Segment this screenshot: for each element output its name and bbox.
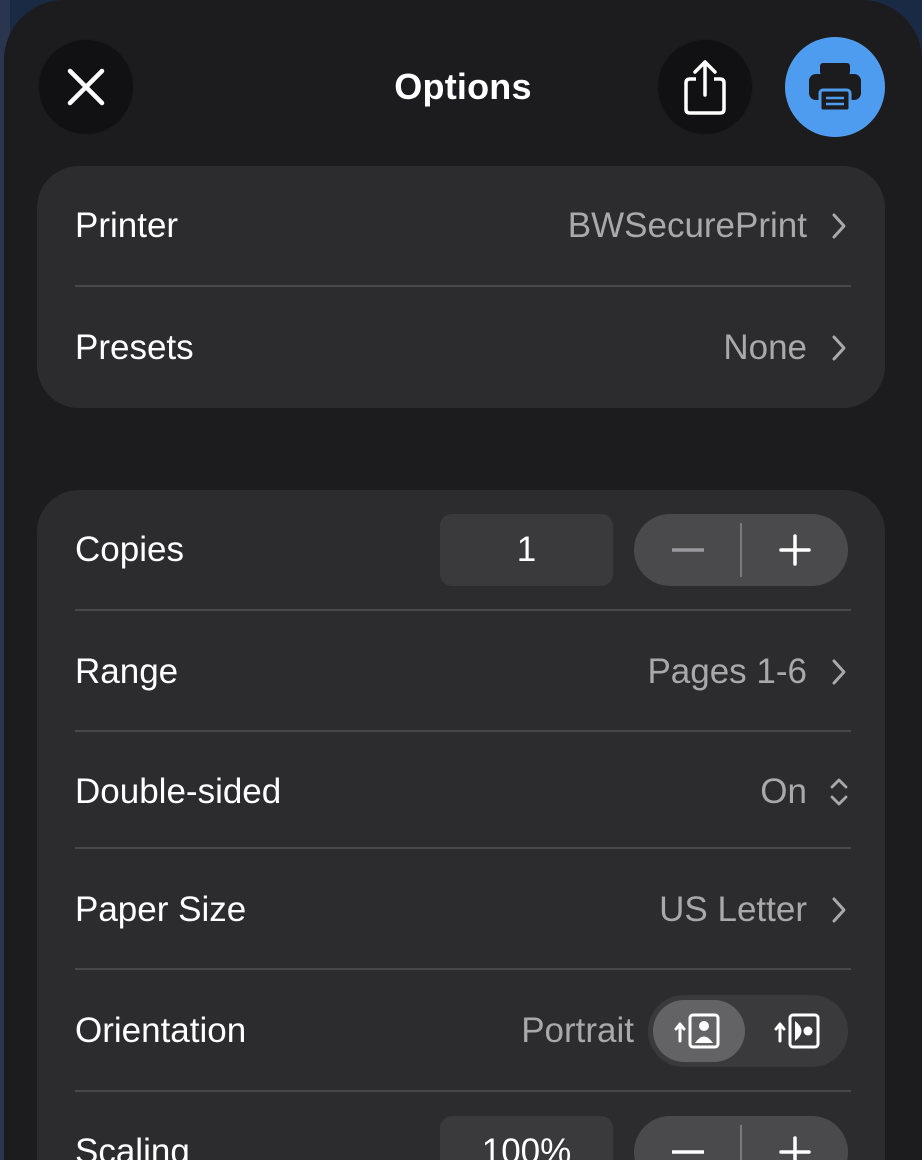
printer-value: BWSecurePrint [567,206,807,245]
printer-icon [809,63,861,113]
scaling-field[interactable]: 100% [440,1116,613,1160]
chevron-right-icon [827,652,851,692]
presets-row[interactable]: Presets None [37,288,885,408]
double-sided-value: On [760,772,807,811]
paper-size-label: Paper Size [75,890,247,929]
double-sided-row[interactable]: Double-sided On [37,732,885,852]
print-options-card: Copies 1 Range Pages 1-6 Double-sided On… [37,490,885,1160]
header: Options [4,0,922,170]
paper-size-row[interactable]: Paper Size US Letter [37,850,885,970]
portrait-option[interactable] [653,1000,745,1062]
divider [75,847,851,849]
portrait-icon [674,1013,720,1049]
stepper-divider [740,1125,742,1160]
plus-icon [778,1136,811,1160]
chevron-right-icon [827,890,851,930]
stepper-divider [740,523,742,577]
presets-value: None [723,328,807,367]
chevron-right-icon [827,328,851,368]
decrement-button[interactable] [634,1116,741,1160]
scaling-row: Scaling 100% [37,1092,885,1160]
increment-button[interactable] [741,514,848,586]
share-icon [684,60,726,115]
copies-field[interactable]: 1 [440,514,613,586]
printer-settings-card: Printer BWSecurePrint Presets None [37,166,885,408]
share-button[interactable] [657,39,753,135]
landscape-icon [774,1013,820,1049]
orientation-value: Portrait [521,1011,634,1050]
increment-button[interactable] [741,1116,848,1160]
scaling-stepper [634,1116,848,1160]
range-value: Pages 1-6 [647,652,807,691]
print-options-sheet: Options Printer BWSecurePrint Presets No… [4,0,922,1160]
decrement-button[interactable] [634,514,741,586]
plus-icon [778,534,811,566]
scaling-label: Scaling [75,1132,190,1160]
orientation-row: Orientation Portrait [37,971,885,1091]
chevron-up-down-icon [827,772,851,812]
print-button[interactable] [785,37,885,137]
paper-size-value: US Letter [659,890,807,929]
landscape-option[interactable] [753,1000,845,1062]
divider [75,609,851,611]
copies-label: Copies [75,530,184,569]
orientation-toggle [648,995,848,1067]
double-sided-label: Double-sided [75,772,282,811]
minus-icon [671,1150,704,1154]
copies-row: Copies 1 [37,490,885,610]
range-row[interactable]: Range Pages 1-6 [37,612,885,732]
printer-row[interactable]: Printer BWSecurePrint [37,166,885,286]
range-label: Range [75,652,179,691]
printer-label: Printer [75,206,179,245]
orientation-label: Orientation [75,1011,247,1050]
divider [75,285,851,287]
presets-label: Presets [75,328,194,367]
chevron-right-icon [827,206,851,246]
minus-icon [671,548,704,552]
divider [75,968,851,970]
copies-stepper [634,514,848,586]
